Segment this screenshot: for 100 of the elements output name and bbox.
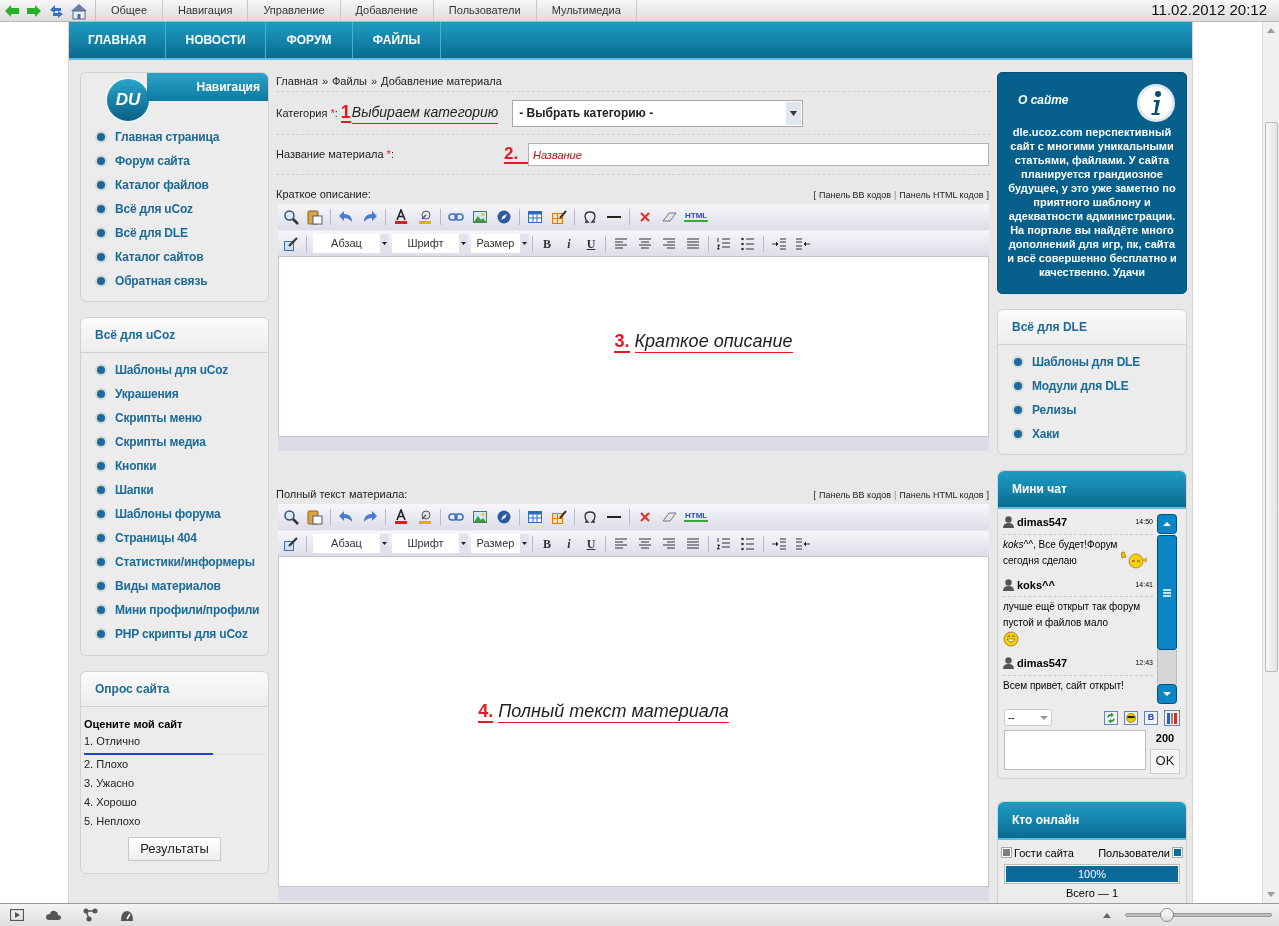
forward-arrow-icon[interactable] [26,2,42,19]
menu-item[interactable]: Управление [248,0,341,21]
chat-username[interactable]: dimas547 [1017,514,1068,531]
format-dropdown[interactable]: Шрифт [392,234,468,253]
panel-link[interactable]: Панель HTML кодов [899,188,984,202]
bold-button[interactable]: B [536,534,558,553]
nav-link[interactable]: Мини профили/профили [115,601,260,619]
search-icon[interactable] [283,509,299,525]
nav-link[interactable]: Шапки [115,481,154,499]
align-left-icon[interactable] [613,235,629,252]
scrollbar-thumb[interactable] [1157,535,1177,650]
nav-link[interactable]: Скрипты меню [115,409,202,427]
ok-button[interactable]: OK [1150,748,1180,774]
media-player-icon[interactable] [10,909,24,921]
compass-icon[interactable] [496,509,512,525]
smiley-icon[interactable] [1124,710,1138,725]
html-button[interactable]: HTML [684,212,709,222]
format-dropdown[interactable]: Размер [471,234,529,253]
compass-icon[interactable] [496,209,512,225]
poll-option[interactable]: 3. Ужасно [84,774,265,792]
align-left-icon[interactable] [613,535,629,552]
chat-username[interactable]: koks^^ [1017,576,1055,593]
indent-icon[interactable] [771,235,787,252]
nav-link[interactable]: Каталог файлов [115,176,209,194]
omega-icon[interactable] [582,509,598,525]
eraser-icon[interactable] [661,509,677,525]
category-select[interactable]: - Выбрать категорию - [512,99,804,127]
scrollbar-thumb[interactable] [1264,122,1278,672]
align-right-icon[interactable] [661,535,677,552]
editor-text-area[interactable]: 4. Полный текст материала [278,556,989,887]
format-dropdown[interactable]: Размер [471,534,529,553]
underline-button[interactable]: U [580,234,602,253]
nav-link[interactable]: Кнопки [115,457,157,475]
scroll-down-button[interactable] [1157,684,1177,704]
indent-icon[interactable] [771,535,787,552]
nav-link[interactable]: Каталог сайтов [115,248,204,266]
zoom-slider-thumb[interactable] [1159,908,1174,922]
outdent-icon[interactable] [795,235,811,252]
nav-link[interactable]: Хаки [1032,425,1060,443]
table-pencil-icon[interactable] [551,509,567,525]
search-icon[interactable] [283,209,299,225]
text-color-icon[interactable] [393,209,409,225]
align-center-icon[interactable] [637,535,653,552]
image-icon[interactable] [472,209,488,225]
home-icon[interactable] [70,1,88,20]
nav-link[interactable]: Статистики/информеры [115,553,255,571]
align-right-icon[interactable] [661,235,677,252]
brush-icon[interactable] [417,509,433,525]
title-input[interactable]: Название [528,143,989,166]
scroll-up-button[interactable] [1157,514,1177,534]
speedometer-icon[interactable] [120,908,134,922]
nav-link[interactable]: Шаблоны для DLE [1032,353,1141,371]
nav-link[interactable]: Главная страница [115,128,220,146]
nav-tab[interactable]: НОВОСТИ [166,22,266,58]
format-dropdown[interactable]: Абзац [313,234,389,253]
nav-link[interactable]: PHP скрипты для uCoz [115,625,248,643]
table-icon[interactable] [527,209,543,225]
tools-icon[interactable] [1164,709,1180,726]
chat-username[interactable]: dimas547 [1017,655,1068,672]
panel-link[interactable]: Панель HTML кодов [899,488,984,502]
panel-link[interactable]: Панель BB кодов [819,188,891,202]
justify-icon[interactable] [685,535,701,552]
nav-link[interactable]: Форум сайта [115,152,190,170]
caret-up-icon[interactable] [1103,912,1111,918]
justify-icon[interactable] [685,235,701,252]
nav-link[interactable]: Модули для DLE [1032,377,1129,395]
nav-link[interactable]: Обратная связь [115,272,208,290]
nav-link[interactable]: Скрипты медиа [115,433,206,451]
nav-link[interactable]: Шаблоны для uCoz [115,361,229,379]
bullet-list-icon[interactable] [740,235,756,252]
nav-tab[interactable]: ФАЙЛЫ [353,22,441,58]
text-color-icon[interactable] [393,509,409,525]
pencil-icon[interactable] [283,235,299,252]
results-button[interactable]: Результаты [128,836,221,861]
nav-tab[interactable]: ГЛАВНАЯ [69,22,166,58]
nav-link[interactable]: Релизы [1032,401,1077,419]
poll-option[interactable]: 4. Хорошо [84,793,265,811]
nav-link[interactable]: Страницы 404 [115,529,197,547]
eraser-icon[interactable] [661,209,677,225]
numbered-list-icon[interactable] [716,535,732,552]
refresh-icon[interactable] [1104,710,1118,725]
html-button[interactable]: HTML [684,512,709,522]
nav-link[interactable]: Виды материалов [115,577,221,595]
outdent-icon[interactable] [795,535,811,552]
menu-item[interactable]: Мультимедиа [536,0,637,21]
poll-option[interactable]: 1. Отлично [84,732,265,749]
menu-item[interactable]: Пользователи [433,0,537,21]
cloud-icon[interactable] [46,909,61,921]
nav-tab[interactable]: ФОРУМ [266,22,353,58]
clipboard-icon[interactable] [307,209,323,225]
breadcrumb-link[interactable]: Файлы [332,73,367,90]
chat-select[interactable]: -- [1004,709,1052,726]
pencil-icon[interactable] [283,535,299,552]
omega-icon[interactable] [582,209,598,225]
numbered-list-icon[interactable] [716,235,732,252]
nav-link[interactable]: Всё для DLE [115,224,188,242]
format-dropdown[interactable]: Абзац [313,534,389,553]
menu-item[interactable]: Добавление [340,0,434,21]
nav-link[interactable]: Шаблоны форума [115,505,221,523]
image-icon[interactable] [472,509,488,525]
